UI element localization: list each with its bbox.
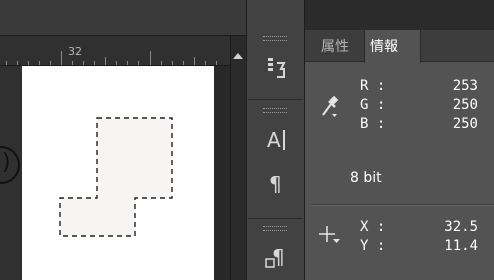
document-canvas[interactable] — [22, 66, 214, 280]
ruler-minor-tick — [216, 61, 217, 65]
ruler-minor-tick — [50, 61, 51, 65]
svg-text:¶: ¶ — [269, 172, 282, 196]
ruler-minor-tick — [183, 61, 184, 65]
x-label: X : — [360, 219, 386, 235]
panel-grip[interactable] — [263, 226, 287, 231]
ruler-minor-tick — [194, 57, 195, 65]
section-divider — [311, 205, 494, 206]
horizontal-ruler: 32 — [0, 36, 230, 66]
ruler-minor-tick — [172, 61, 173, 65]
b-label: B : — [360, 116, 386, 132]
eyedropper-icon[interactable] — [318, 94, 340, 124]
histogram-icon[interactable] — [266, 55, 288, 85]
ruler-minor-tick — [127, 61, 128, 65]
ruler-label: 32 — [68, 45, 82, 58]
panel-grip[interactable] — [263, 36, 287, 41]
tab-properties[interactable]: 属性 — [321, 36, 349, 56]
ruler-minor-tick — [72, 61, 73, 65]
panel-grip[interactable] — [263, 108, 287, 113]
ruler-minor-tick — [39, 61, 40, 65]
ruler-minor-tick — [205, 61, 206, 65]
ruler-minor-tick — [94, 61, 95, 65]
character-icon[interactable]: A — [266, 126, 290, 156]
ruler-minor-tick — [138, 61, 139, 65]
strip-separator — [248, 218, 303, 219]
vertical-scrollbar[interactable] — [230, 36, 246, 280]
crosshair-icon[interactable] — [318, 224, 342, 252]
marquee-selection[interactable] — [22, 66, 214, 280]
bit-depth: 8 bit — [350, 170, 382, 186]
canvas-pasteboard — [214, 66, 230, 280]
ruler-minor-tick — [161, 61, 162, 65]
tab-info[interactable]: 情報 — [370, 36, 398, 56]
g-value: 250 — [452, 97, 478, 113]
callout-marker-text: ) — [2, 150, 11, 175]
r-value: 253 — [452, 78, 478, 94]
x-value: 32.5 — [444, 219, 478, 235]
paragraph-icon[interactable]: ¶ — [268, 170, 288, 200]
ruler-major-tick — [61, 51, 62, 65]
ruler-major-tick — [150, 51, 151, 65]
ruler-minor-tick — [28, 61, 29, 65]
svg-text:A: A — [267, 128, 281, 152]
document-tab-bar — [0, 0, 246, 36]
ruler-minor-tick — [105, 57, 106, 65]
ruler-minor-tick — [83, 61, 84, 65]
paragraph-style-icon[interactable]: ¶ — [264, 242, 290, 276]
ruler-minor-tick — [6, 61, 7, 65]
strip-separator — [248, 99, 303, 100]
y-label: Y : — [360, 238, 386, 254]
b-value: 250 — [452, 116, 478, 132]
ruler-minor-tick — [17, 61, 18, 65]
r-label: R : — [360, 78, 386, 94]
g-label: G : — [360, 97, 386, 113]
y-value: 11.4 — [444, 238, 478, 254]
scroll-up-arrow-icon[interactable] — [233, 53, 243, 59]
ruler-minor-tick — [116, 61, 117, 65]
